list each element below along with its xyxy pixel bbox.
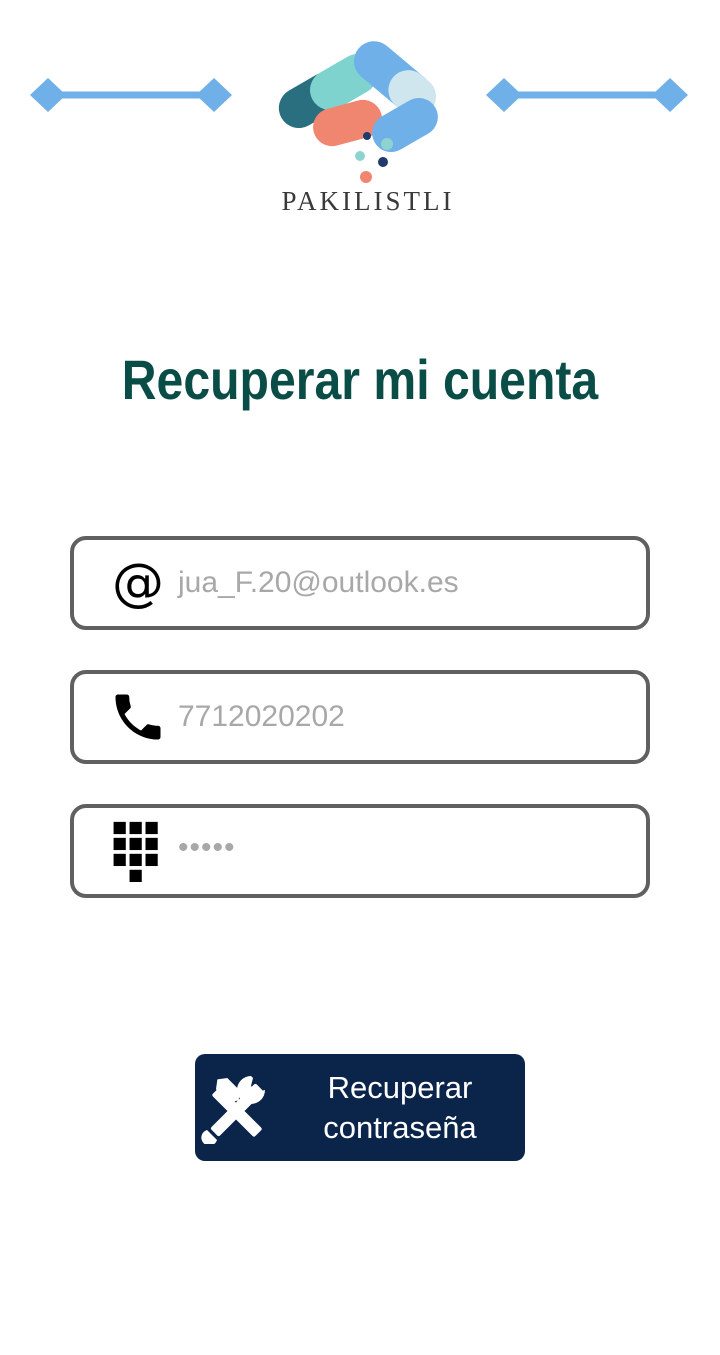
- page-title: Recuperar mi cuenta: [121, 348, 599, 411]
- phone-value: 7712020202: [178, 700, 345, 733]
- at-sign-icon: @: [112, 553, 164, 613]
- code-value: •••••: [178, 831, 236, 864]
- app-header: PAKILISTLI: [0, 0, 720, 230]
- recover-password-label: Recuperar contraseña: [323, 1070, 477, 1145]
- svg-text:@: @: [112, 553, 164, 613]
- phone-icon: [115, 694, 161, 740]
- keypad-icon: [113, 821, 158, 882]
- tools-icon: [201, 1076, 265, 1144]
- phone-field[interactable]: 7712020202: [70, 670, 650, 764]
- email-value: jua_F.20@outlook.es: [178, 566, 459, 599]
- code-field[interactable]: •••••: [70, 804, 650, 898]
- brand-name: PAKILISTLI: [281, 186, 455, 216]
- right-decorative-line-icon: [486, 78, 688, 112]
- left-decorative-line-icon: [30, 78, 232, 112]
- recover-password-button[interactable]: Recuperar contraseña: [195, 1054, 525, 1161]
- pills-logo-icon: [278, 41, 438, 183]
- email-field[interactable]: @ jua_F.20@outlook.es: [70, 536, 650, 630]
